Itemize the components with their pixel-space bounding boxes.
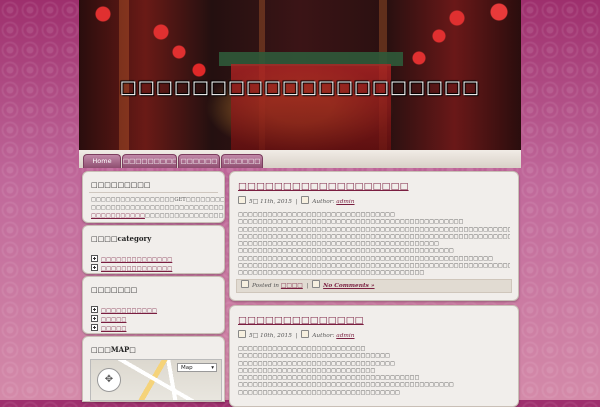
author-label: Author: [312, 199, 335, 205]
calendar-icon [238, 196, 246, 204]
post-line: □□□□□□□□□□□□□□□□□□□□□□□□□□ [238, 346, 366, 352]
widget-title: □□□□□□□□□ [91, 180, 151, 189]
site-title[interactable]: □□□□□□□□□□□□□□□□□□□□ [79, 77, 521, 98]
post-line: □□□□□□□□□□□□□□□□□□□□□□□□□□□□□□□□□□□□□□□□… [238, 382, 454, 389]
list-item[interactable]: □□□□□□□□□□□□□□ [91, 254, 218, 263]
post-line: □□□□□□□□□□□□□□□□□□□□□□□□□□□□□□□□□□□□□□ [238, 270, 425, 277]
sidebar-widget-intro: □□□□□□□□□ □□□□□□□□□□□□□□□□□GET□□□□□□□□ □□… [82, 171, 225, 223]
author-link[interactable]: admin [336, 199, 354, 205]
list-item[interactable]: □□□□□□□□□□□□□□ [91, 263, 218, 272]
comments-link[interactable]: No Comments » [323, 283, 374, 289]
nav-home[interactable]: Home [83, 154, 121, 168]
user-icon [301, 330, 310, 338]
widget-link[interactable]: □□□□□□□□□□□ [91, 213, 145, 219]
post-line: □□□□□□□□□□□□□□□□□□□□□□□□□□□□□□□□□□□□□□□□… [238, 241, 439, 248]
post-body: □□□□□□□□□□□□□□□□□□□□□□□□□□ □□□□□□□□□□□□□… [238, 346, 510, 397]
map-pan-control-icon[interactable]: ✥ [97, 368, 121, 392]
post-footer: Posted in □□□□ | No Comments » [236, 279, 512, 293]
divider [89, 192, 218, 193]
post-line: □□□□□□□□□□□□□□□□□□□□□□□□□□□□ [238, 367, 376, 374]
sidebar-widget-links: □□□□□□□ □□□□□□□□□□□ □□□□□ □□□□□ [82, 276, 225, 334]
map-type-label: Map [181, 365, 193, 371]
plus-icon [91, 255, 98, 262]
banner-light-stripe [119, 0, 129, 150]
widget-title: □□□□category [91, 234, 152, 243]
author-link[interactable]: admin [336, 333, 354, 339]
nav-item-3[interactable]: □□□□□□ [178, 154, 220, 168]
plus-icon [91, 324, 98, 331]
comments-icon [312, 280, 321, 288]
list-item-label: □□□□□ [101, 326, 127, 332]
widget-title: □□□□□□□ [91, 285, 138, 294]
header-banner: □□□□□□□□□□□□□□□□□□□□ [79, 0, 521, 150]
list-item[interactable]: □□□□□ [91, 314, 218, 323]
google-map[interactable]: ✥ Map ▾ [90, 359, 222, 401]
list-item[interactable]: □□□□□□□□□□□ [91, 305, 218, 314]
post-line: □□□□□□□□□□□□□□□□□□□□□□□□□□□□□□□□□□□□□□□□… [238, 248, 454, 255]
widget-text-line: □□□□□□□□□□□□□□□□□□□□□□□□□□□□□□ [91, 212, 224, 220]
user-icon [301, 196, 310, 204]
links-list: □□□□□□□□□□□ □□□□□ □□□□□ [91, 305, 218, 332]
post-line: □□□□□□□□□□□□□□□□□□□□□□□□□□□□□□□□□□□□□□□□… [238, 233, 510, 240]
author-label: Author: [312, 333, 335, 339]
nav-item-2[interactable]: □□□□□□□□□□ [122, 154, 177, 168]
nav-item-4[interactable]: □□□□□□ [221, 154, 263, 168]
widget-text: □□□□□□□□□□□□□□□□□GET□□□□□□□□ □□□□□□□□□ □□… [91, 196, 225, 220]
post-meta: 5□ 11th, 2015 | Author: admin [238, 196, 355, 205]
post-line: □□□□□□□□□□□□□□□□□□□□□□□□□□□□□□□□□ [238, 389, 400, 396]
widget-title: □□□MAP□ [91, 345, 136, 354]
post-meta: 5□ 10th, 2015 | Author: admin [238, 330, 355, 339]
post-card: □□□□□□□□□□□□□□ 5□ 10th, 2015 | Author: a… [229, 305, 519, 407]
post-body: □□□□□□□□□□□□□□□□□□□□□□□□□□□□□□□□ □□□□□□□… [238, 212, 510, 278]
page-wrapper: □□□□□□□□□□□□□□□□□□□□ Home □□□□□□□□ □□ □□□… [79, 0, 521, 407]
post-line: □□□□□□□□□□□□□□□□□□□□□□□□□□□□□□□□□□□□□□□□… [238, 219, 464, 226]
plus-icon [91, 264, 98, 271]
post-line: □□□□□□□□□□□□□□□□□□□□□□□□□□□□□□□□ [238, 212, 395, 218]
sidebar-widget-map: □□□MAP□ ✥ Map ▾ [82, 336, 225, 402]
category-list: □□□□□□□□□□□□□□ □□□□□□□□□□□□□□ [91, 254, 218, 272]
widget-text-line: □□□□□□□□□□□□□□□□□GET□□□□□□□□□□□□□□□□□ [91, 197, 225, 203]
post-date: 5□ 11th, 2015 [249, 199, 292, 205]
post-line: □□□□□□□□□□□□□□□□□□□□□□□□□□□□□□□ [238, 353, 390, 360]
post-line: □□□□□□□□□□□□□□□□□□□□□□□□□□□□□□□□□□□□□□□□… [238, 226, 510, 233]
plus-icon [91, 306, 98, 313]
map-type-select[interactable]: Map ▾ [177, 363, 217, 372]
post-line: □□□□□□□□□□□□□□□□□□□□□□□□□□□□□□□□ [238, 360, 395, 367]
sidebar-widget-category: □□□□category □□□□□□□□□□□□□□ □□□□□□□□□□□□… [82, 225, 225, 274]
post-title[interactable]: □□□□□□□□□□□□□□ [238, 315, 364, 326]
widget-text-tail: □□□□□□□□□□□□□□□□□□□ [144, 213, 224, 219]
main-nav: Home □□□□□□□□□□ □□□□□□ □□□□□□ [79, 150, 521, 168]
list-item-label: □□□□□□□□□□□□□□ [101, 266, 173, 272]
post-date: 5□ 10th, 2015 [249, 333, 292, 339]
widget-text-line: □□□□□□□□□□□□□□□□□□□□□□□□□□□□□□□□□□□ [91, 205, 224, 211]
post-line: □□□□□□□□□□□□□□□□□□□□□□□□□□□□□□□□□□□□□□□□… [238, 263, 510, 270]
post-line: □□□□□□□□□□□□□□□□□□□□□□□□□□□□□□□□□□□□□□□□… [238, 255, 493, 262]
posted-label: Posted in [252, 283, 280, 289]
post-card: □□□□□□□□□□□□□□□□□□□ 5□ 11th, 2015 | Auth… [229, 171, 519, 301]
category-link[interactable]: □□□□ [281, 283, 303, 289]
folder-icon [241, 280, 249, 288]
calendar-icon [238, 330, 246, 338]
plus-icon [91, 315, 98, 322]
chevron-down-icon: ▾ [211, 365, 214, 371]
list-item[interactable]: □□□□□ [91, 323, 218, 332]
post-line: □□□□□□□□□□□□□□□□□□□□□□□□□□□□□□□□□□□□□ [238, 375, 420, 382]
post-title[interactable]: □□□□□□□□□□□□□□□□□□□ [238, 181, 409, 192]
